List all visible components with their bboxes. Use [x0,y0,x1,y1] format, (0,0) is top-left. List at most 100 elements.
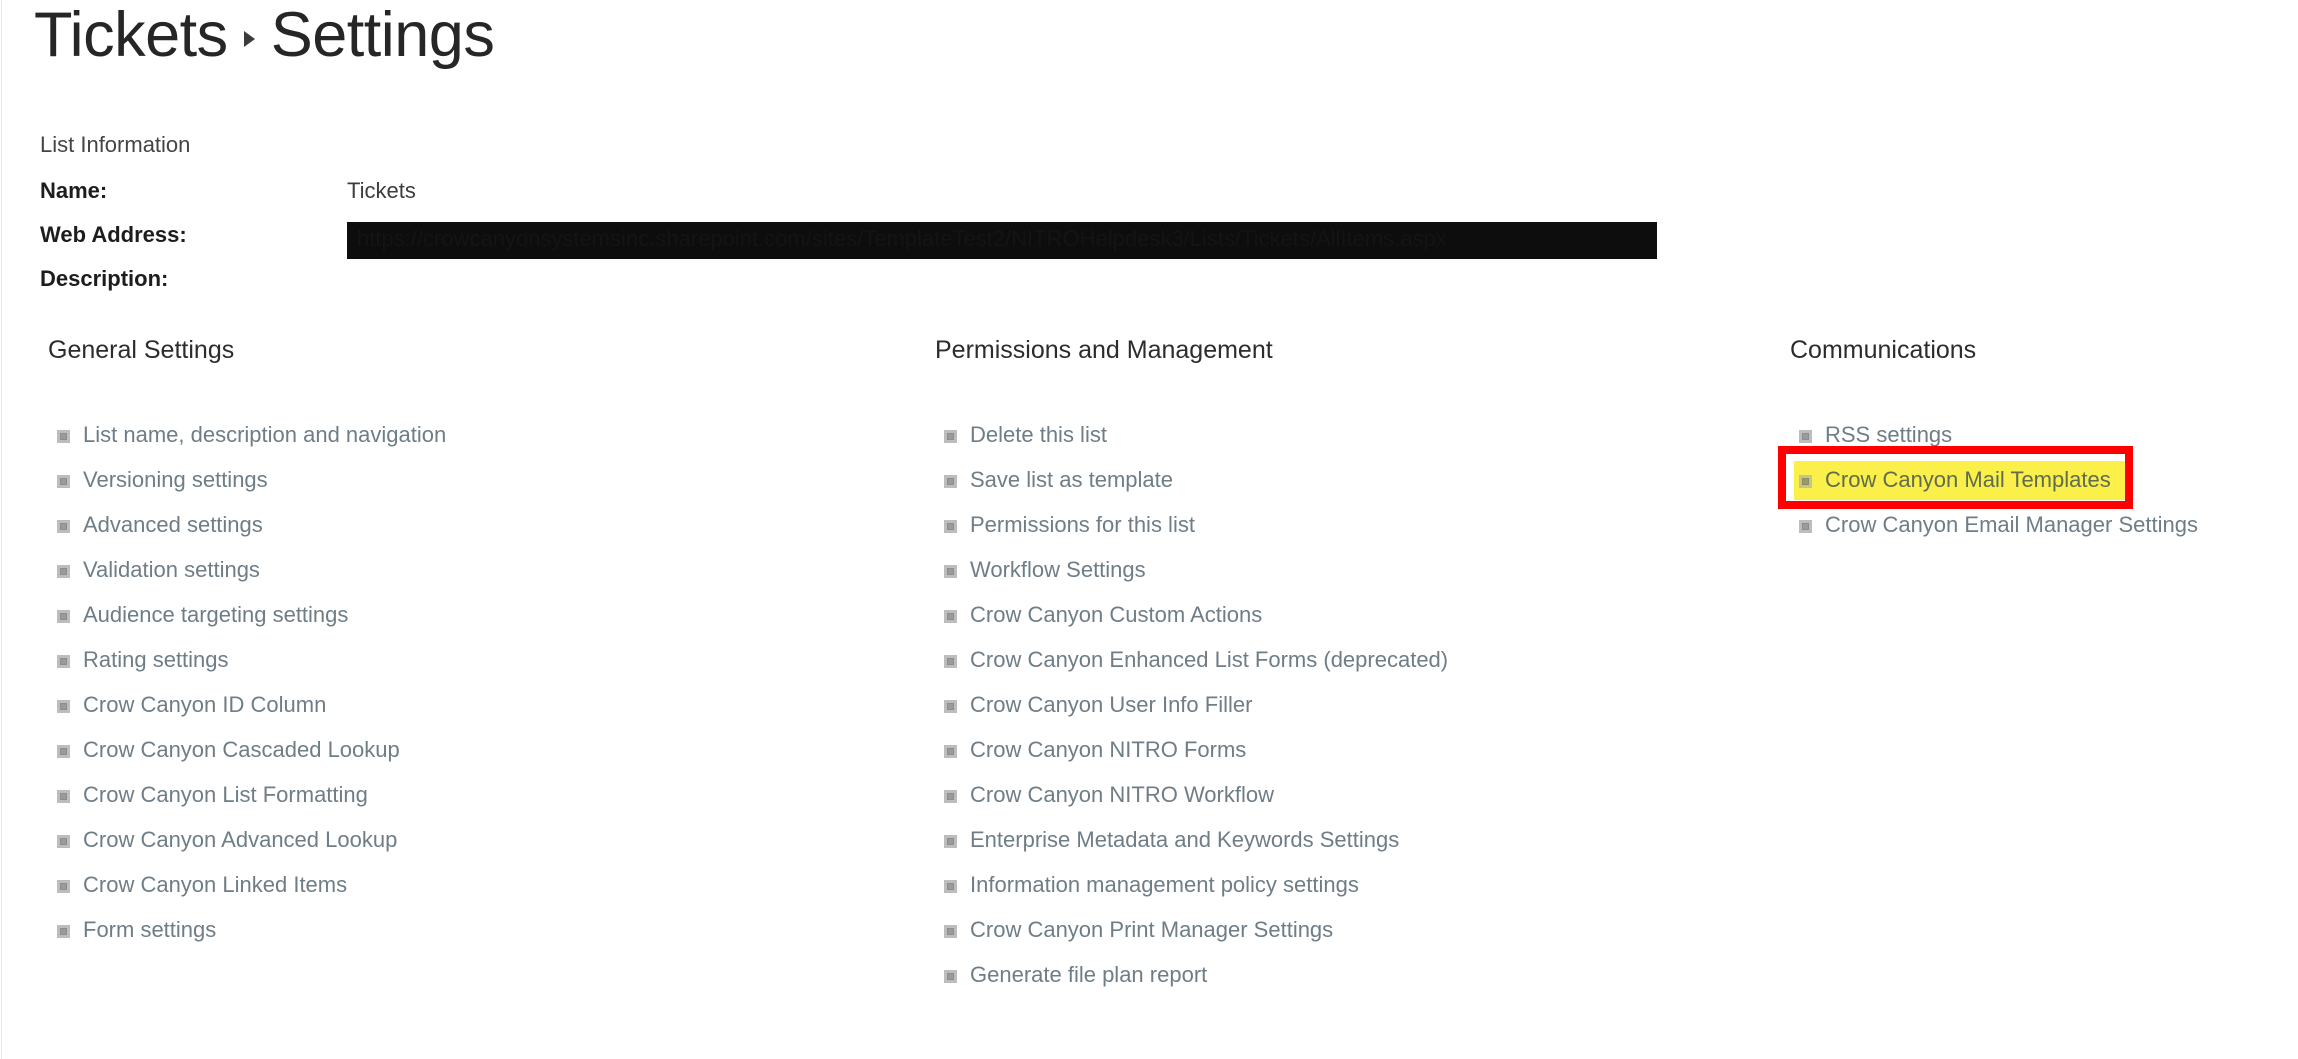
bullet-square-icon [944,745,957,758]
permissions-link-list: Delete this list Save list as template P… [935,413,1765,998]
settings-link[interactable]: Crow Canyon User Info Filler [970,692,1252,718]
settings-link[interactable]: Crow Canyon Custom Actions [970,602,1262,628]
bullet-square-icon [1799,474,1812,488]
settings-link[interactable]: Form settings [83,917,216,943]
bullet-square-icon [57,835,70,848]
list-item-highlighted[interactable]: Crow Canyon Mail Templates [1778,446,2270,509]
list-info-row-description: Description: [40,266,1740,310]
settings-link[interactable]: Crow Canyon Email Manager Settings [1825,512,2198,538]
bullet-square-icon [944,835,957,848]
list-item[interactable]: Rating settings [48,638,878,683]
settings-link[interactable]: Crow Canyon NITRO Forms [970,737,1246,763]
breadcrumb-parent-link[interactable]: Tickets [34,0,228,75]
list-item[interactable]: List name, description and navigation [48,413,878,458]
list-item[interactable]: Crow Canyon Custom Actions [935,593,1765,638]
breadcrumb: Tickets Settings [34,0,495,75]
list-item[interactable]: RSS settings [1790,413,2270,458]
settings-link[interactable]: Permissions for this list [970,512,1195,538]
bullet-square-icon [57,700,70,713]
list-item[interactable]: Crow Canyon List Formatting [48,773,878,818]
page-title: Settings [270,0,495,70]
column-general-settings: General Settings List name, description … [48,336,878,953]
bullet-square-icon [57,745,70,758]
list-item[interactable]: Generate file plan report [935,953,1765,998]
settings-columns: General Settings List name, description … [0,336,2298,1036]
list-item[interactable]: Permissions for this list [935,503,1765,548]
name-value: Tickets [347,178,416,203]
list-info-row-name: Name: Tickets [40,178,1740,222]
list-item[interactable]: Crow Canyon NITRO Workflow [935,773,1765,818]
list-item[interactable]: Crow Canyon Cascaded Lookup [48,728,878,773]
bullet-square-icon [944,790,957,803]
bullet-square-icon [944,880,957,893]
general-settings-link-list: List name, description and navigation Ve… [48,413,878,953]
bullet-square-icon [944,655,957,668]
communications-link-list: RSS settings Crow Canyon Mail Templates … [1778,413,2270,548]
list-item[interactable]: Advanced settings [48,503,878,548]
bullet-square-icon [944,610,957,623]
list-item[interactable]: Workflow Settings [935,548,1765,593]
settings-link[interactable]: Crow Canyon ID Column [83,692,326,718]
list-item[interactable]: Crow Canyon Enhanced List Forms (depreca… [935,638,1765,683]
caret-right-icon [243,31,255,48]
bullet-square-icon [944,430,957,443]
bullet-square-icon [57,655,70,668]
list-info-row-web-address: Web Address: https://crowcanyonsystemsin… [40,222,1740,266]
list-item[interactable]: Versioning settings [48,458,878,503]
name-label: Name: [40,178,108,203]
settings-link[interactable]: Audience targeting settings [83,602,348,628]
bullet-square-icon [944,970,957,983]
settings-link[interactable]: Crow Canyon Enhanced List Forms (depreca… [970,647,1448,673]
description-label: Description: [40,266,169,291]
settings-link[interactable]: Advanced settings [83,512,263,538]
bullet-square-icon [944,565,957,578]
settings-link[interactable]: Save list as template [970,467,1173,493]
bullet-square-icon [57,475,70,488]
column-heading-communications: Communications [1790,336,1977,364]
settings-link[interactable]: Crow Canyon Cascaded Lookup [83,737,400,763]
settings-link[interactable]: Enterprise Metadata and Keywords Setting… [970,827,1399,853]
bullet-square-icon [1799,520,1812,533]
settings-link[interactable]: Crow Canyon Print Manager Settings [970,917,1333,943]
bullet-square-icon [57,430,70,443]
list-item[interactable]: Crow Canyon Print Manager Settings [935,908,1765,953]
web-address-value-redacted: https://crowcanyonsystemsinc.sharepoint.… [347,222,1657,259]
settings-link[interactable]: Rating settings [83,647,229,673]
bullet-square-icon [1799,430,1812,443]
settings-link[interactable]: Workflow Settings [970,557,1146,583]
list-item[interactable]: Information management policy settings [935,863,1765,908]
settings-link[interactable]: Crow Canyon NITRO Workflow [970,782,1274,808]
list-item[interactable]: Save list as template [935,458,1765,503]
list-item[interactable]: Form settings [48,908,878,953]
bullet-square-icon [944,475,957,488]
settings-link[interactable]: Crow Canyon Linked Items [83,872,347,898]
web-address-label: Web Address: [40,222,187,247]
settings-link[interactable]: Information management policy settings [970,872,1359,898]
settings-link[interactable]: Generate file plan report [970,962,1207,988]
settings-link[interactable]: Validation settings [83,557,260,583]
settings-link[interactable]: Crow Canyon Advanced Lookup [83,827,397,853]
list-item[interactable]: Crow Canyon Advanced Lookup [48,818,878,863]
list-information-heading: List Information [40,132,191,157]
list-item[interactable]: Delete this list [935,413,1765,458]
column-heading-general-settings: General Settings [48,336,235,364]
settings-link[interactable]: Crow Canyon List Formatting [83,782,368,808]
list-item[interactable]: Crow Canyon User Info Filler [935,683,1765,728]
column-permissions-and-management: Permissions and Management Delete this l… [935,336,1765,998]
settings-link[interactable]: List name, description and navigation [83,422,446,448]
column-communications: Communications RSS settings Crow Canyon … [1778,336,2270,548]
list-item[interactable]: Enterprise Metadata and Keywords Setting… [935,818,1765,863]
bullet-square-icon [57,610,70,623]
settings-link[interactable]: Versioning settings [83,467,268,493]
highlight-background: Crow Canyon Mail Templates [1794,461,2125,500]
settings-link-mail-templates[interactable]: Crow Canyon Mail Templates [1825,467,2111,493]
settings-link[interactable]: Delete this list [970,422,1107,448]
list-item[interactable]: Crow Canyon Email Manager Settings [1790,503,2270,548]
list-item[interactable]: Crow Canyon Linked Items [48,863,878,908]
list-item[interactable]: Crow Canyon ID Column [48,683,878,728]
settings-link[interactable]: RSS settings [1825,422,1952,448]
list-item[interactable]: Validation settings [48,548,878,593]
column-heading-permissions-and-management: Permissions and Management [935,336,1273,364]
list-item[interactable]: Crow Canyon NITRO Forms [935,728,1765,773]
list-item[interactable]: Audience targeting settings [48,593,878,638]
